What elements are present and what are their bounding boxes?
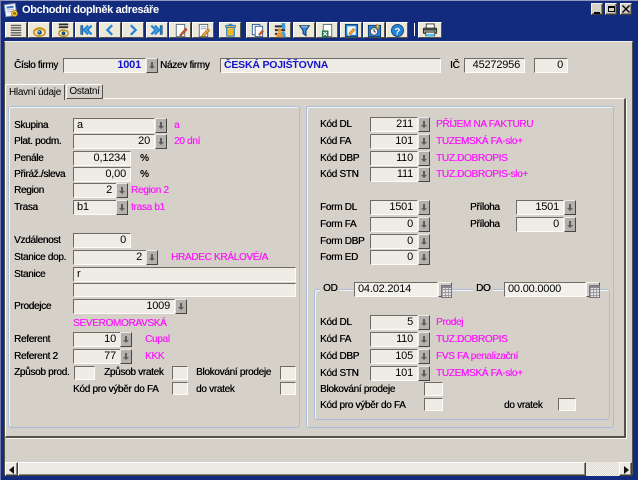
- svg-text:?: ?: [394, 26, 400, 36]
